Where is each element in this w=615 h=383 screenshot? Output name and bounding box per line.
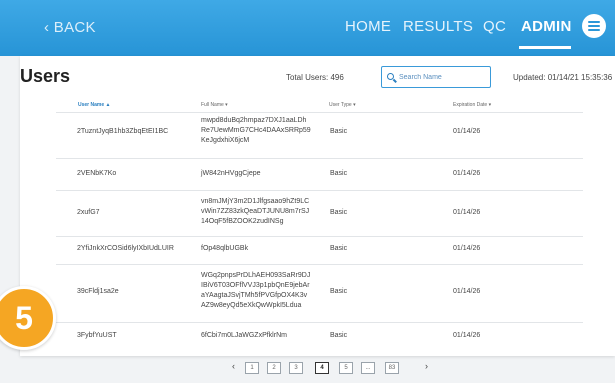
top-nav-bar: ‹ BACK HOME RESULTS QC ADMIN [0, 0, 615, 56]
cell-user-type: Basic [330, 288, 348, 295]
cell-full-name: mwpd8duBq2hmpaz7DXJ1aaLDh Re7UewMmG7CHc4D… [201, 117, 311, 144]
cell-full-name: jW842nHVggCjepe [201, 170, 261, 177]
cell-expiration-date: 01/14/26 [453, 288, 481, 295]
pagination-prev-icon[interactable]: ‹ [232, 361, 235, 371]
page-button-5[interactable]: 5 [339, 362, 353, 374]
cell-full-name: 6fCbi7m0LJaWGZxPfklrNm [201, 332, 287, 339]
cell-user-name: 3FybfYuUST [77, 332, 117, 339]
active-tab-indicator [519, 46, 571, 49]
nav-home[interactable]: HOME [345, 18, 391, 35]
cell-expiration-date: 01/14/26 [453, 170, 481, 177]
page-button-4[interactable]: 4 [315, 362, 329, 374]
page-title: Users [20, 66, 71, 86]
cell-full-name: vn8mJMjY3m2D1Jlfgsaao9hZt9LC vWin7ZZ83zkQ… [201, 198, 310, 225]
page-button-ellipsis[interactable]: ... [361, 362, 375, 374]
cell-expiration-date: 01/14/26 [453, 245, 481, 252]
search-icon [387, 73, 394, 80]
hamburger-icon[interactable] [582, 14, 606, 38]
search-input[interactable] [399, 70, 487, 84]
cell-expiration-date: 01/14/26 [453, 332, 481, 339]
table-row[interactable]: 2xufG7 vn8mJMjY3m2D1Jlfgsaao9hZt9LC vWin7… [56, 190, 583, 234]
column-header-user-name[interactable]: User Name ▲ [78, 102, 110, 108]
search-box[interactable] [381, 66, 491, 88]
cell-user-name: 2TuzntJyqB1hb3ZbqEtEI1BC [77, 128, 169, 135]
back-link[interactable]: ‹ BACK [44, 19, 96, 36]
page-button-2[interactable]: 2 [267, 362, 281, 374]
nav-results[interactable]: RESULTS [403, 18, 473, 35]
updated-timestamp: Updated: 01/14/21 15:35:36 [513, 73, 613, 82]
table-row[interactable]: 2VENbK7Ko jW842nHVggCjepe Basic 01/14/26 [56, 158, 583, 188]
column-header-user-type[interactable]: User Type ▾ [329, 102, 356, 108]
cell-user-type: Basic [330, 209, 348, 216]
nav-qc[interactable]: QC [483, 18, 506, 35]
cell-user-type: Basic [330, 170, 348, 177]
column-header-full-name[interactable]: Full Name ▾ [201, 102, 228, 108]
page-button-1[interactable]: 1 [245, 362, 259, 374]
cell-expiration-date: 01/14/26 [453, 128, 481, 135]
cell-user-name: 2xufG7 [77, 209, 100, 216]
nav-admin[interactable]: ADMIN [521, 18, 572, 35]
cell-user-name: 2VENbK7Ko [77, 170, 117, 177]
column-header-expiration-date[interactable]: Expiration Date ▾ [453, 102, 491, 108]
cell-user-type: Basic [330, 245, 348, 252]
cell-full-name: WGq2pnpsPrDLhAEH093SaRr9DJ IBiV6T03OFflVV… [201, 272, 311, 309]
table-row[interactable]: 39cFldj1sa2e WGq2pnpsPrDLhAEH093SaRr9DJ I… [56, 264, 583, 320]
page-button-3[interactable]: 3 [289, 362, 303, 374]
cell-full-name: fOp48qlbUGBk [201, 245, 249, 252]
page-button-83[interactable]: 83 [385, 362, 399, 374]
table-row[interactable]: 2YfiJnkXrCOSid6lyIXbIUdLUIR fOp48qlbUGBk… [56, 236, 583, 262]
cell-user-name: 39cFldj1sa2e [77, 288, 119, 295]
table-row[interactable]: 2TuzntJyqB1hb3ZbqEtEI1BC mwpd8duBq2hmpaz… [56, 112, 583, 150]
pagination-next-icon[interactable]: › [425, 361, 428, 371]
cell-expiration-date: 01/14/26 [453, 209, 481, 216]
cell-user-name: 2YfiJnkXrCOSid6lyIXbIUdLUIR [77, 245, 174, 252]
table-row[interactable]: 3FybfYuUST 6fCbi7m0LJaWGZxPfklrNm Basic … [56, 322, 583, 350]
cell-user-type: Basic [330, 332, 348, 339]
cell-user-type: Basic [330, 128, 348, 135]
total-users: Total Users: 496 [286, 73, 344, 82]
